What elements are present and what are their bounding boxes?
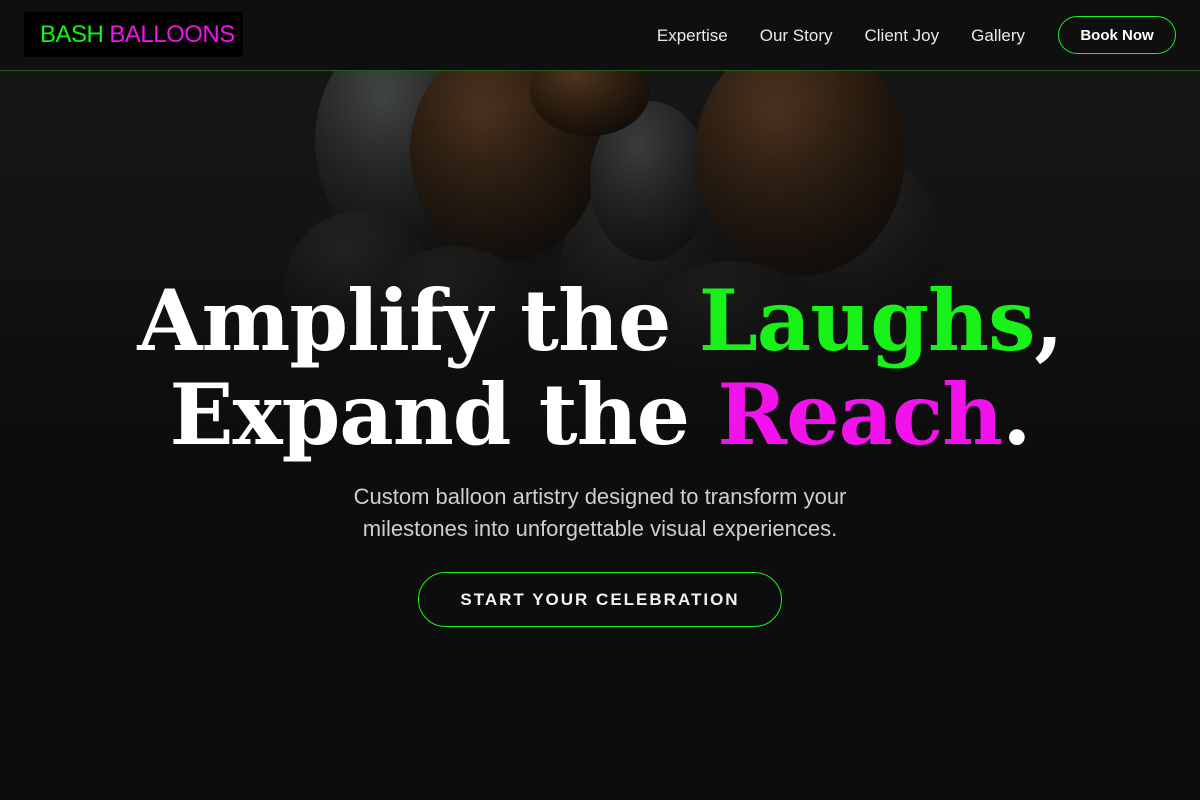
brand-logo[interactable]: BASH BALLOONS bbox=[24, 12, 243, 57]
headline-text: Amplify the bbox=[137, 271, 699, 370]
headline-highlight-laughs: Laughs bbox=[698, 271, 1036, 370]
brand-word-balloons: BALLOONS bbox=[109, 20, 235, 48]
hero-section: Amplify the Laughs, Expand the Reach. Cu… bbox=[0, 71, 1200, 800]
headline-highlight-reach: Reach bbox=[717, 365, 1003, 464]
headline-line-2: Expand the Reach. bbox=[169, 365, 1031, 464]
hero-subtitle: Custom balloon artistry designed to tran… bbox=[353, 484, 847, 541]
brand-word-bash: BASH bbox=[40, 20, 104, 48]
nav-link-our-story[interactable]: Our Story bbox=[760, 26, 833, 46]
page: BASH BALLOONS Expertise Our Story Client… bbox=[0, 0, 1200, 800]
nav-links: Expertise Our Story Client Joy Gallery bbox=[657, 0, 1025, 71]
headline-text: , bbox=[1034, 271, 1063, 370]
headline-line-1: Amplify the Laughs, bbox=[137, 271, 1063, 370]
headline-text: . bbox=[1002, 365, 1031, 464]
hero-headline: Amplify the Laughs, Expand the Reach. bbox=[0, 274, 1200, 462]
nav-link-client-joy[interactable]: Client Joy bbox=[865, 26, 940, 46]
headline-text: Expand the bbox=[169, 365, 718, 464]
start-celebration-button[interactable]: START YOUR CELEBRATION bbox=[418, 572, 782, 627]
top-navigation: BASH BALLOONS Expertise Our Story Client… bbox=[0, 0, 1200, 71]
nav-link-expertise[interactable]: Expertise bbox=[657, 26, 728, 46]
nav-link-gallery[interactable]: Gallery bbox=[971, 26, 1025, 46]
book-now-button[interactable]: Book Now bbox=[1058, 16, 1176, 54]
